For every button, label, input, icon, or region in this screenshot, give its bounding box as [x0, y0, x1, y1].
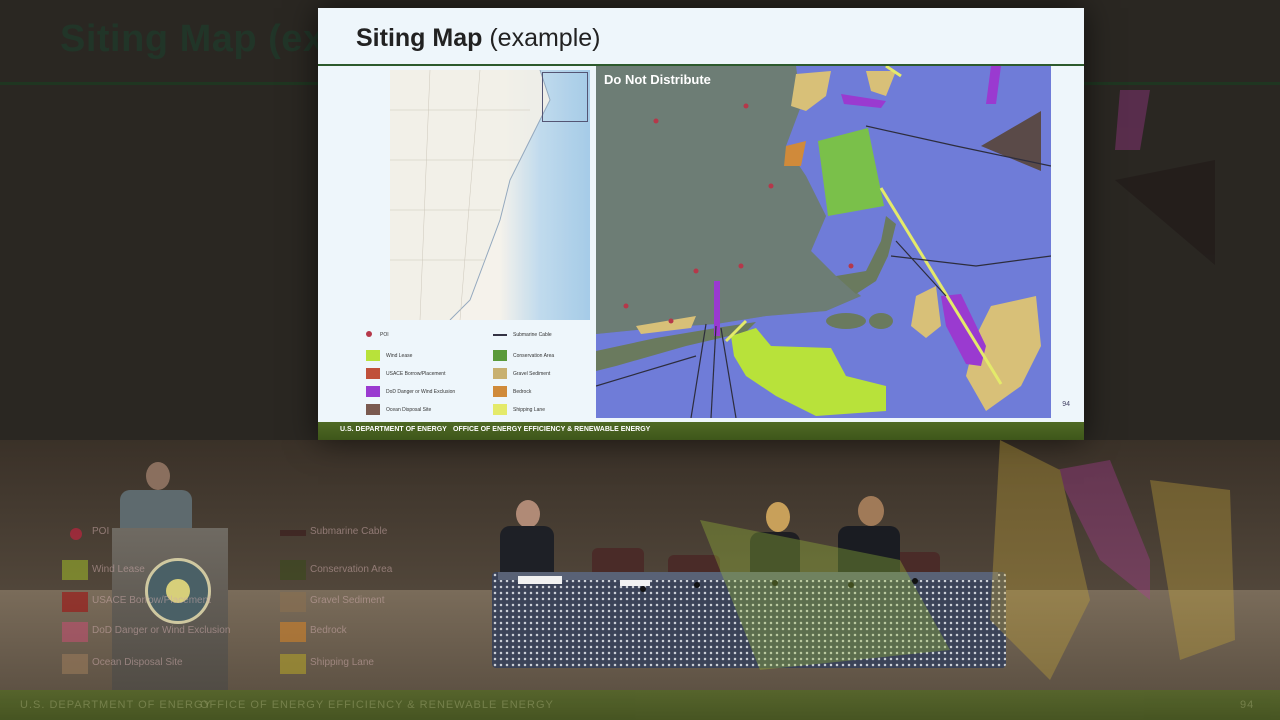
- overlay-footer-page: 94: [1240, 699, 1255, 711]
- overlay-label-ocean-disposal: Ocean Disposal Site: [92, 657, 183, 668]
- overlay-label-conservation: Conservation Area: [310, 564, 393, 575]
- overlay-swatch-bedrock: [280, 622, 306, 642]
- overlay-swatch-conservation: [280, 560, 306, 580]
- overlay-footer-eere: OFFICE OF ENERGY EFFICIENCY & RENEWABLE …: [200, 699, 554, 711]
- overlay-swatch-poi: [70, 528, 82, 540]
- overlay-label-shipping-lane: Shipping Lane: [310, 657, 374, 668]
- overlay-label-submarine-cable: Submarine Cable: [310, 526, 388, 537]
- overlay-swatch-ocean-disposal: [62, 654, 88, 674]
- overlay-legend: POI Wind Lease USACE Borrow/Placement Do…: [60, 520, 480, 690]
- overlay-label-wind-lease: Wind Lease: [92, 564, 145, 575]
- overlay-swatch-usace: [62, 592, 88, 612]
- overlay-swatch-dod: [62, 622, 88, 642]
- overlay-swatch-shipping-lane: [280, 654, 306, 674]
- overlay-label-poi: POI: [92, 526, 110, 537]
- overlay-label-bedrock: Bedrock: [310, 625, 347, 636]
- overlay-swatch-submarine-cable: [280, 530, 306, 536]
- overlay-swatch-wind-lease: [62, 560, 88, 580]
- overlay-swatch-gravel: [280, 592, 306, 612]
- overlay-footer: U.S. DEPARTMENT OF ENERGY OFFICE OF ENER…: [0, 690, 1280, 720]
- overlay-footer-doe: U.S. DEPARTMENT OF ENERGY: [20, 699, 212, 711]
- overlay-label-gravel: Gravel Sediment: [310, 595, 385, 606]
- overlay-label-usace: USACE Borrow/Placement: [92, 595, 211, 606]
- overlay-label-dod: DoD Danger or Wind Exclusion: [92, 625, 231, 636]
